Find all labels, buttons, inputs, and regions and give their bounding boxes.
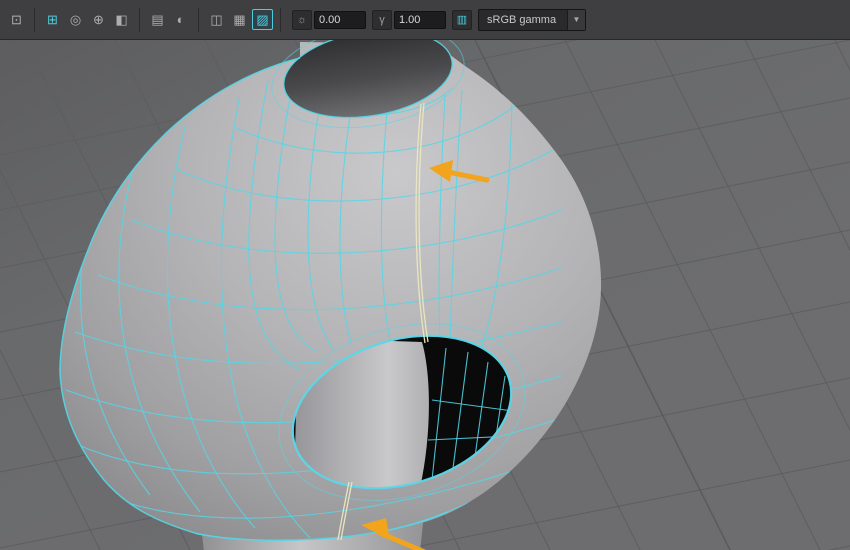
gamma-field[interactable]	[394, 10, 446, 29]
gamma-icon[interactable]: γ	[372, 9, 392, 30]
exposure-field[interactable]	[314, 10, 366, 29]
panel-layout-icon[interactable]: ◫	[206, 9, 227, 30]
viewport-toolbar: ⊡ ⊞ ◎ ⊕ ◧ ▤ ◐ ◫ ▦ ▨ ☼ γ ▥ sRGB gamma ▼	[0, 0, 850, 40]
viewport-canvas[interactable]	[0, 40, 850, 550]
textured-display-icon[interactable]: ▨	[252, 9, 273, 30]
toolbar-separator	[34, 7, 35, 32]
view-transform-icon[interactable]: ▥	[452, 9, 472, 30]
chevron-down-icon[interactable]: ▼	[567, 9, 585, 30]
gamma-control: γ	[372, 9, 446, 30]
view-transform-dropdown[interactable]: sRGB gamma ▼	[478, 8, 586, 31]
snap-curve-icon[interactable]: ◎	[65, 9, 86, 30]
view-transform-control: ▥	[452, 9, 472, 30]
toolbar-separator	[280, 7, 281, 32]
cursor-select-icon[interactable]: ⊡	[6, 9, 27, 30]
snap-grid-icon[interactable]: ⊞	[42, 9, 63, 30]
history-icon[interactable]: ▤	[147, 9, 168, 30]
render-icon[interactable]: ◐	[170, 9, 191, 30]
toolbar-separator	[198, 7, 199, 32]
exposure-icon[interactable]: ☼	[292, 9, 312, 30]
toolbar-separator	[139, 7, 140, 32]
snap-point-icon[interactable]: ⊕	[88, 9, 109, 30]
view-transform-value: sRGB gamma	[487, 13, 557, 26]
viewport-panel[interactable]	[0, 40, 850, 550]
exposure-control: ☼	[292, 9, 366, 30]
snap-plane-icon[interactable]: ◧	[111, 9, 132, 30]
grid-display-icon[interactable]: ▦	[229, 9, 250, 30]
